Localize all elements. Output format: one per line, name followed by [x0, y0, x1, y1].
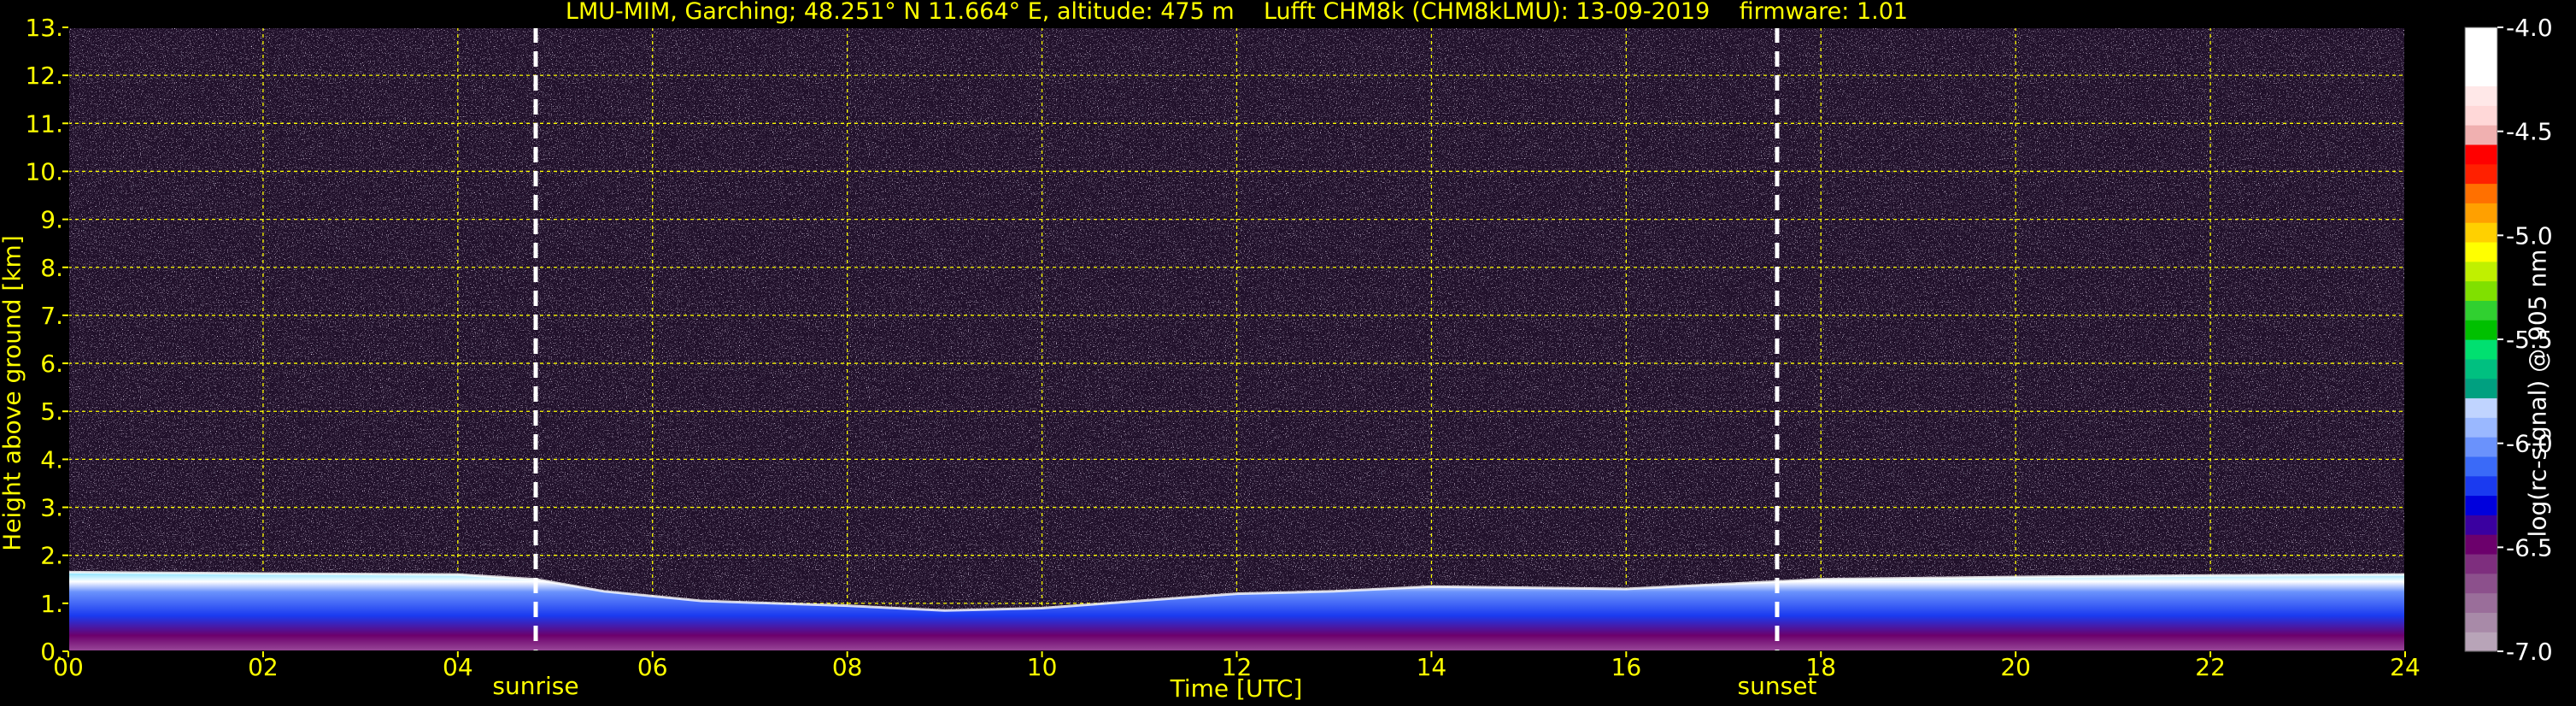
- sunrise-label: sunrise: [492, 672, 578, 700]
- colorbar-segment: [2465, 241, 2497, 262]
- colorbar-segment: [2465, 378, 2497, 399]
- colorbar-tick-label: -4.5: [2506, 118, 2553, 146]
- colorbar: -7.0 -6.5 -6.0 -5.5 -5.0 -4.5 -4.0: [2464, 14, 2553, 666]
- colorbar-segment: [2465, 475, 2497, 497]
- y-tick-label: 0.: [40, 638, 63, 666]
- colorbar-segment: [2465, 300, 2497, 321]
- x-tick-label: 14: [1417, 653, 1447, 681]
- x-tick-label: 10: [1027, 653, 1058, 681]
- colorbar-segment: [2465, 222, 2497, 243]
- colorbar-tick-label: -5.5: [2506, 326, 2553, 354]
- colorbar-segment: [2465, 592, 2497, 613]
- x-tick-label: 08: [832, 653, 863, 681]
- colorbar-segment: [2465, 397, 2497, 418]
- colorbar-segment: [2465, 495, 2497, 515]
- x-axis-label: Time [UTC]: [1170, 674, 1303, 703]
- signal-noise-secondary: [68, 27, 2405, 651]
- colorbar-segment: [2465, 125, 2497, 145]
- colorbar-segment: [2465, 456, 2497, 477]
- colorbar-segment: [2465, 183, 2497, 203]
- colorbar-segment: [2465, 27, 2497, 48]
- colorbar-segment: [2465, 437, 2497, 457]
- y-tick-label: 13.: [25, 14, 63, 42]
- colorbar-segment: [2465, 280, 2497, 301]
- x-tick-label: 16: [1611, 653, 1642, 681]
- ceilometer-chart: sunrise sunset 00 02 04 06 08 10 12 14 16 18 20 22 24…: [25, 14, 2553, 703]
- colorbar-tick-label: -5.0: [2506, 221, 2553, 250]
- colorbar-segment: [2465, 85, 2497, 106]
- y-tick-label: 12.: [25, 62, 63, 90]
- colorbar-segment: [2465, 163, 2497, 185]
- y-tick-label: 10.: [25, 157, 63, 185]
- colorbar-tick-label: -6.0: [2506, 430, 2553, 458]
- colorbar-segment: [2465, 203, 2497, 223]
- colorbar-segment: [2465, 553, 2497, 574]
- x-tick-label: 04: [443, 653, 473, 681]
- colorbar-segment: [2465, 105, 2497, 126]
- colorbar-tick-label: -4.0: [2506, 14, 2553, 42]
- colorbar-segment: [2465, 417, 2497, 438]
- plot-background: [68, 27, 2405, 651]
- colorbar-segment: [2465, 534, 2497, 555]
- colorbar-segment: [2465, 144, 2497, 165]
- colorbar-segment: [2465, 46, 2497, 68]
- colorbar-tick-label: -7.0: [2506, 638, 2553, 666]
- colorbar-tick-label: -6.5: [2506, 533, 2553, 562]
- y-tick-label: 3.: [40, 494, 63, 522]
- colorbar-segment: [2465, 573, 2497, 594]
- y-tick-label: 8.: [40, 254, 63, 282]
- x-tick-label: 02: [248, 653, 279, 681]
- y-tick-label: 9.: [40, 206, 63, 234]
- x-tick-label: 20: [2000, 653, 2031, 681]
- colorbar-segment: [2465, 612, 2497, 632]
- y-tick-label: 7.: [40, 302, 63, 330]
- colorbar-segment: [2465, 515, 2497, 535]
- y-tick-label: 2.: [40, 542, 63, 570]
- y-tick-label: 1.: [40, 590, 63, 618]
- y-tick-label: 4.: [40, 445, 63, 474]
- x-tick-label: 22: [2195, 653, 2226, 681]
- colorbar-segment: [2465, 339, 2497, 360]
- x-tick-label: 06: [637, 653, 668, 681]
- y-tick-label: 11.: [25, 109, 63, 138]
- y-tick-label: 5.: [40, 397, 63, 426]
- colorbar-segment: [2465, 358, 2497, 379]
- colorbar-segment: [2465, 320, 2497, 340]
- x-tick-label: 18: [1805, 653, 1836, 681]
- colorbar-segment: [2465, 261, 2497, 282]
- y-tick-label: 6.: [40, 350, 63, 378]
- x-tick-label: 24: [2390, 653, 2421, 681]
- colorbar-segment: [2465, 632, 2497, 652]
- colorbar-segment: [2465, 66, 2497, 87]
